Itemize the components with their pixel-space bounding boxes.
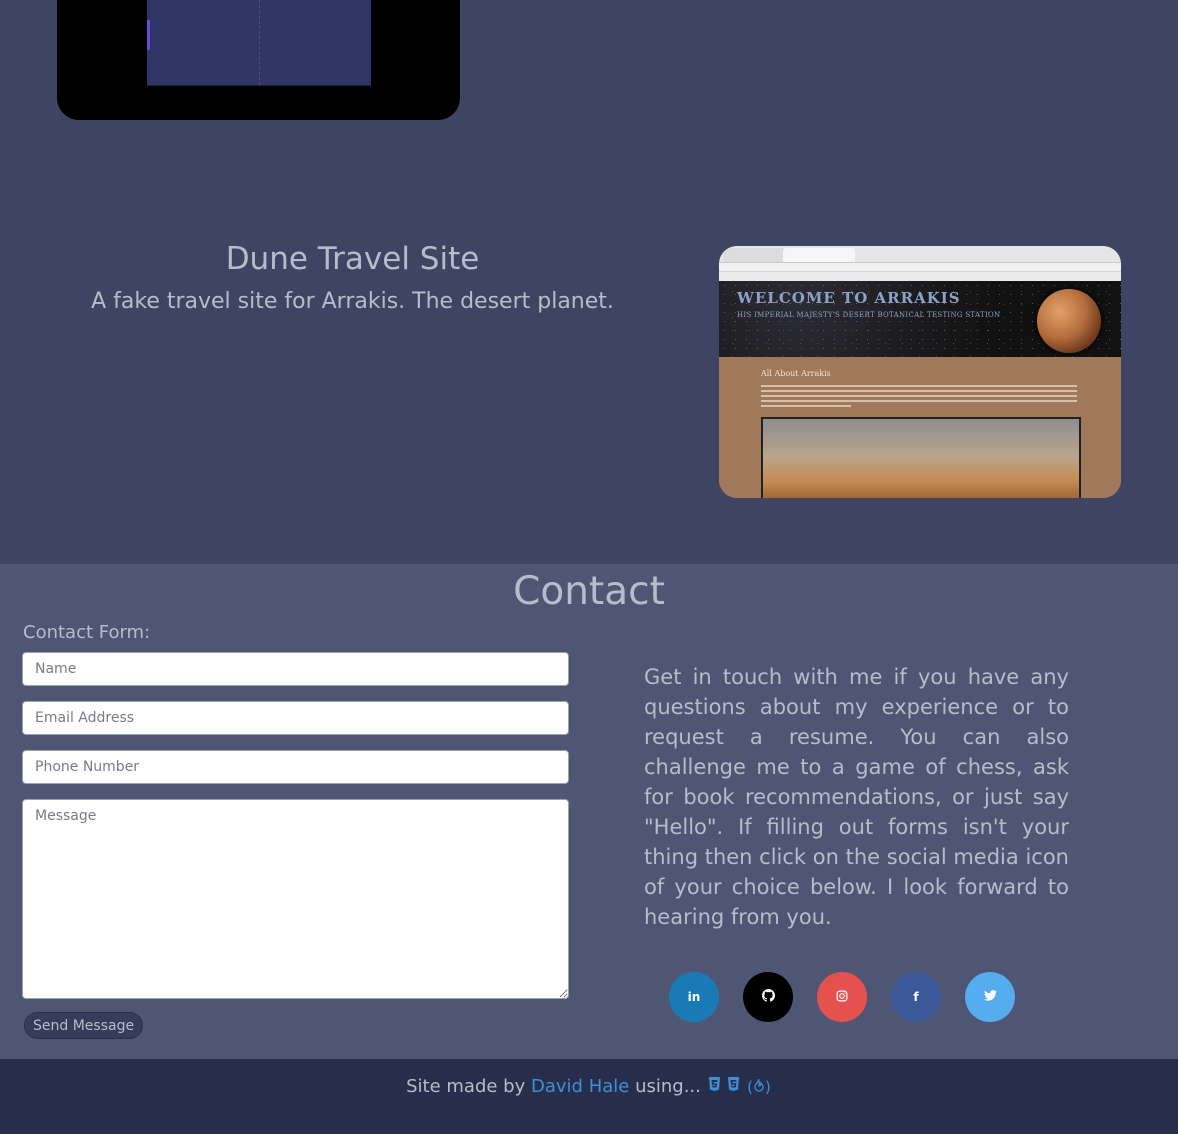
instagram-button[interactable]	[817, 972, 867, 1022]
github-icon	[761, 989, 775, 1005]
project-screenshot[interactable]: WELCOME TO ARRAKIS HIS IMPERIAL MAJESTY'…	[719, 246, 1121, 498]
name-input[interactable]	[22, 652, 569, 686]
send-message-button[interactable]: Send Message	[24, 1012, 144, 1039]
contact-section: Contact Contact Form: Send Message Get i…	[0, 564, 1178, 1059]
footer: Site made by David Hale using... ()	[0, 1059, 1178, 1134]
project-description: A fake travel site for Arrakis. The dese…	[91, 289, 614, 314]
facebook-button[interactable]: f	[891, 972, 941, 1022]
contact-description: Get in touch with me if you have any que…	[644, 665, 1069, 929]
instagram-icon	[836, 990, 848, 1005]
screenshot-body: All About Arrakis	[719, 357, 1121, 498]
contact-form-label: Contact Form:	[23, 622, 151, 643]
css3-icon	[727, 1077, 745, 1096]
screen-accent	[147, 20, 150, 50]
device-screen	[147, 0, 371, 86]
html5-icon	[708, 1077, 726, 1096]
project-title: Dune Travel Site	[225, 241, 480, 277]
github-button[interactable]	[743, 972, 793, 1022]
phone-input[interactable]	[22, 750, 569, 784]
browser-tabbar	[719, 246, 1121, 263]
screenshot-title: WELCOME TO ARRAKIS	[737, 289, 961, 307]
react-icon: ()	[747, 1078, 771, 1096]
footer-suffix: using...	[635, 1076, 701, 1097]
contact-heading: Contact	[513, 569, 665, 614]
linkedin-button[interactable]: in	[669, 972, 719, 1022]
facebook-icon: f	[913, 990, 919, 1004]
desert-image	[761, 417, 1081, 498]
email-input[interactable]	[22, 701, 569, 735]
message-textarea[interactable]	[22, 799, 569, 999]
screenshot-subtitle: HIS IMPERIAL MAJESTY'S DESERT BOTANICAL …	[737, 311, 1001, 319]
device-mockup	[57, 0, 460, 120]
author-link[interactable]: David Hale	[531, 1076, 629, 1097]
screen-divider	[259, 0, 260, 85]
twitter-button[interactable]	[965, 972, 1015, 1022]
twitter-icon	[983, 990, 997, 1004]
footer-credit: Site made by David Hale using... ()	[0, 1076, 1178, 1097]
screenshot-section-title: All About Arrakis	[761, 369, 831, 378]
browser-bookmarks	[719, 272, 1121, 281]
screenshot-header: WELCOME TO ARRAKIS HIS IMPERIAL MAJESTY'…	[719, 281, 1121, 357]
linkedin-icon: in	[687, 990, 701, 1004]
footer-prefix: Site made by	[406, 1076, 526, 1097]
browser-addressbar	[719, 263, 1121, 272]
planet-image	[1037, 289, 1101, 353]
